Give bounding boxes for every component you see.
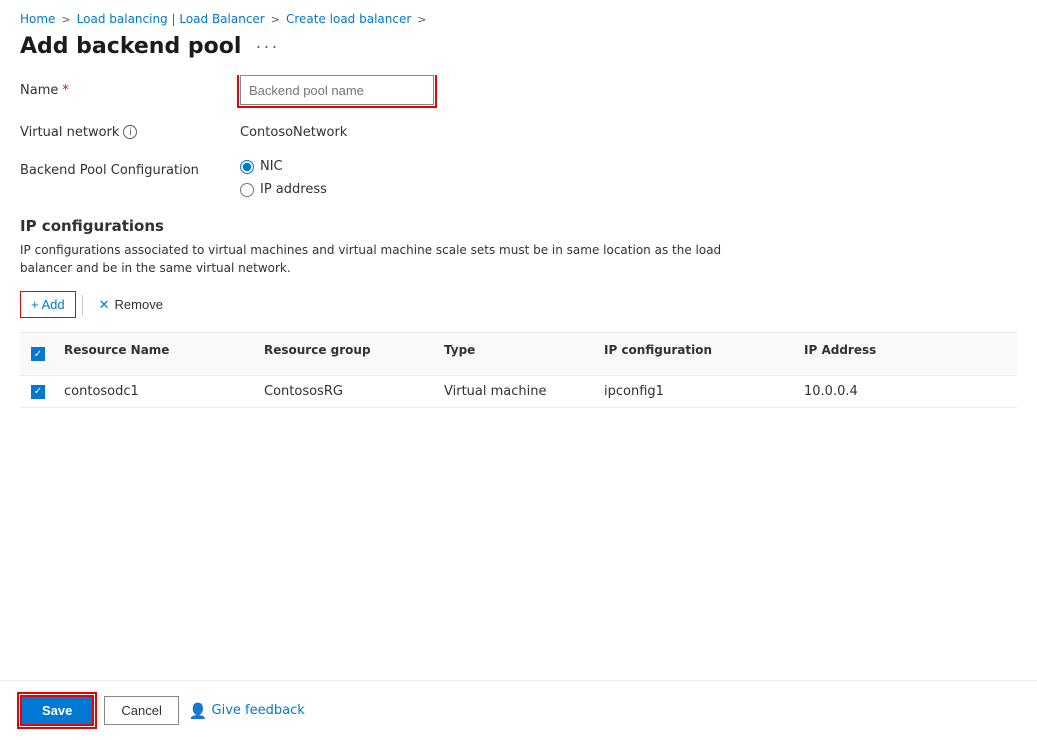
breadcrumb: Home > Load balancing | Load Balancer > … [0, 0, 1037, 30]
cell-resource-name: contosodc1 [56, 376, 256, 407]
ellipsis-button[interactable]: ··· [251, 34, 283, 59]
name-input-wrapper [240, 75, 980, 105]
feedback-label: Give feedback [212, 703, 305, 718]
ip-address-radio[interactable] [240, 183, 254, 197]
save-button[interactable]: Save [20, 695, 94, 726]
nic-radio[interactable] [240, 160, 254, 174]
remove-icon: ✕ [99, 297, 110, 313]
breadcrumb-create-load-balancer[interactable]: Create load balancer [286, 12, 411, 26]
cell-resource-group: ContososRG [256, 376, 436, 407]
backend-pool-config-row: Backend Pool Configuration NIC IP addres… [20, 159, 1017, 197]
page-title-row: Add backend pool ··· [0, 30, 1037, 75]
col-ip-address: IP Address [796, 339, 1017, 369]
virtual-network-label-text: Virtual network [20, 125, 119, 140]
cell-ip-config: ipconfig1 [596, 376, 796, 407]
col-type: Type [436, 339, 596, 369]
virtual-network-value: ContosoNetwork [240, 125, 347, 140]
nic-label: NIC [260, 159, 283, 174]
ip-configurations-desc: IP configurations associated to virtual … [20, 241, 740, 277]
table-header: Resource Name Resource group Type IP con… [20, 333, 1017, 376]
feedback-icon: 👤 [189, 702, 208, 720]
cell-ip-address: 10.0.0.4 [796, 376, 1017, 407]
ip-configurations-title: IP configurations [20, 217, 1017, 235]
breadcrumb-load-balancing[interactable]: Load balancing | Load Balancer [77, 12, 265, 26]
cancel-button[interactable]: Cancel [104, 696, 178, 725]
add-button[interactable]: + Add [20, 291, 76, 318]
name-label: Name * [20, 83, 240, 98]
row-checkbox[interactable] [31, 385, 45, 399]
name-row: Name * [20, 75, 1017, 105]
nic-option-row: NIC [240, 159, 327, 174]
name-input[interactable] [240, 75, 434, 105]
header-checkbox-cell [20, 339, 56, 369]
col-resource-name: Resource Name [56, 339, 256, 369]
main-content: Name * Virtual network i ContosoNetwork … [0, 75, 1037, 680]
row-checkbox-cell [20, 377, 56, 407]
toolbar: + Add ✕ Remove [20, 291, 1017, 318]
breadcrumb-sep3: > [417, 13, 426, 26]
ip-address-option-row: IP address [240, 182, 327, 197]
ip-address-label: IP address [260, 182, 327, 197]
ip-config-table: Resource Name Resource group Type IP con… [20, 332, 1017, 408]
page-title: Add backend pool [20, 34, 241, 59]
feedback-link[interactable]: 👤 Give feedback [189, 702, 305, 720]
remove-button[interactable]: ✕ Remove [89, 292, 173, 318]
virtual-network-info-icon[interactable]: i [123, 125, 137, 139]
backend-pool-config-label: Backend Pool Configuration [20, 159, 240, 178]
header-checkbox[interactable] [31, 347, 45, 361]
required-star: * [62, 83, 69, 98]
breadcrumb-home[interactable]: Home [20, 12, 55, 26]
breadcrumb-sep2: > [271, 13, 280, 26]
footer: Save Cancel 👤 Give feedback [0, 680, 1037, 740]
virtual-network-label: Virtual network i [20, 125, 240, 140]
col-resource-group: Resource group [256, 339, 436, 369]
remove-label: Remove [115, 297, 163, 312]
cell-type: Virtual machine [436, 376, 596, 407]
virtual-network-row: Virtual network i ContosoNetwork [20, 117, 1017, 147]
backend-pool-config-options: NIC IP address [240, 159, 327, 197]
col-ip-config: IP configuration [596, 339, 796, 369]
breadcrumb-sep1: > [61, 13, 70, 26]
toolbar-separator [82, 295, 83, 315]
name-label-text: Name [20, 83, 58, 98]
table-row: contosodc1 ContososRG Virtual machine ip… [20, 376, 1017, 408]
